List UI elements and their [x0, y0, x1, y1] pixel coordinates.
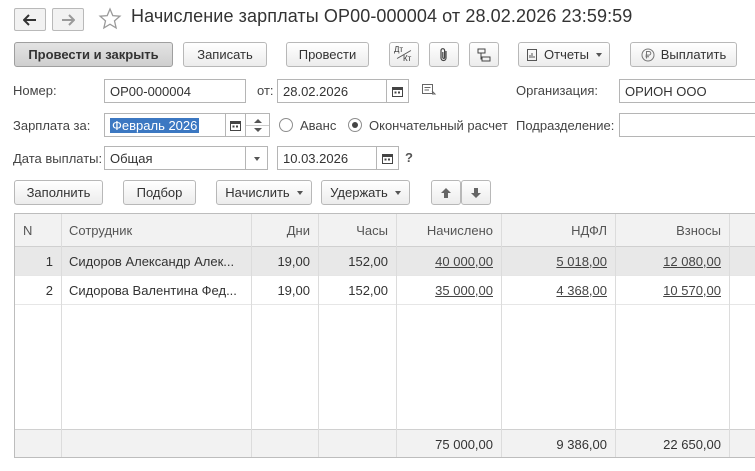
table-row[interactable]: 1 Сидоров Александр Алек... 19,00 152,00… [15, 247, 755, 276]
save-button[interactable]: Записать [183, 42, 267, 67]
ndfl-link[interactable]: 4 368,00 [501, 276, 615, 304]
number-field[interactable]: ОР00-000004 [104, 79, 246, 103]
header-ndfl[interactable]: НДФЛ [501, 214, 615, 246]
radio-advance-label[interactable]: Аванс [300, 118, 336, 133]
calendar-button[interactable] [387, 79, 409, 103]
move-up-button[interactable] [431, 180, 461, 205]
pay-date-label: Дата выплаты: [13, 151, 103, 166]
table-footer-totals: 75 000,00 9 386,00 22 650,00 [15, 429, 755, 457]
division-label: Подразделение: [516, 118, 615, 133]
chevron-down-icon [253, 156, 260, 161]
total-contributions: 22 650,00 [663, 437, 721, 452]
column-divider [396, 214, 397, 457]
dt-kt-icon: Дт Кт [394, 44, 412, 63]
arrow-up-icon [441, 187, 451, 198]
pay-date-field[interactable]: 10.03.2026 [277, 146, 377, 170]
header-accrued[interactable]: Начислено [396, 214, 501, 246]
radio-advance[interactable] [279, 118, 293, 132]
days-value: 19,00 [277, 282, 310, 298]
reports-button[interactable]: Отчеты [518, 42, 610, 67]
ndfl-link[interactable]: 5 018,00 [501, 247, 615, 275]
radio-final-settlement-label[interactable]: Окончательный расчет [369, 118, 508, 133]
organization-label: Организация: [516, 83, 599, 98]
header-n[interactable]: N [15, 214, 61, 246]
withhold-button[interactable]: Удержать [321, 180, 410, 205]
fill-button[interactable]: Заполнить [14, 180, 103, 205]
date-from-label: от: [257, 83, 274, 98]
structure-button[interactable] [469, 42, 499, 67]
calendar-icon [392, 86, 403, 97]
table-header: N Сотрудник Дни Часы Начислено НДФЛ Взно… [15, 214, 755, 247]
calendar-icon [230, 120, 241, 131]
column-divider [318, 214, 319, 457]
total-accrued: 75 000,00 [435, 437, 493, 452]
organization-field[interactable]: ОРИОН ООО [619, 79, 755, 103]
table-row[interactable]: 2 Сидорова Валентина Фед... 19,00 152,00… [15, 276, 755, 305]
pay-date-type-select[interactable]: Общая [104, 146, 246, 170]
document-date-field[interactable]: 28.02.2026 [277, 79, 387, 103]
radio-final-settlement[interactable] [348, 118, 362, 132]
document-structure-icon [477, 48, 491, 61]
month-spinner[interactable] [246, 113, 270, 137]
division-field[interactable] [619, 113, 755, 137]
chevron-down-icon [296, 191, 303, 195]
days-value: 19,00 [277, 253, 310, 269]
header-hours[interactable]: Часы [318, 214, 396, 246]
ruble-coin-icon [641, 48, 655, 61]
move-down-button[interactable] [461, 180, 491, 205]
accrued-link[interactable]: 40 000,00 [396, 247, 501, 275]
column-divider [729, 214, 730, 457]
spin-down-icon [253, 127, 262, 132]
chevron-down-icon [394, 191, 401, 195]
attach-button[interactable] [429, 42, 459, 67]
pay-date-calendar-button[interactable] [377, 146, 399, 170]
arrow-right-icon [62, 13, 75, 26]
row-number: 1 [45, 253, 53, 269]
pay-button[interactable]: Выплатить [630, 42, 737, 67]
dt-kt-button[interactable]: Дт Кт [389, 42, 419, 67]
column-divider [615, 214, 616, 457]
post-and-close-button[interactable]: Провести и закрыть [14, 42, 173, 67]
help-question-icon[interactable]: ? [405, 150, 413, 165]
number-label: Номер: [13, 83, 57, 98]
forward-button[interactable] [52, 8, 84, 31]
accrued-link[interactable]: 35 000,00 [396, 276, 501, 304]
contributions-link[interactable]: 12 080,00 [615, 247, 729, 275]
accrue-button[interactable]: Начислить [216, 180, 312, 205]
hours-value: 152,00 [348, 282, 388, 298]
column-divider [501, 214, 502, 457]
salary-month-value: Февраль 2026 [110, 117, 200, 133]
document-title: Начисление зарплаты ОР00-000004 от 28.02… [131, 6, 633, 26]
favorite-star-icon[interactable] [98, 7, 122, 34]
employee-name: Сидорова Валентина Фед... [69, 282, 237, 298]
arrow-down-icon [471, 187, 481, 198]
paperclip-icon [440, 47, 447, 61]
hours-value: 152,00 [348, 253, 388, 269]
arrow-left-icon [23, 13, 36, 26]
header-employee[interactable]: Сотрудник [61, 214, 251, 246]
calendar-icon [382, 153, 393, 164]
back-button[interactable] [14, 8, 46, 31]
header-contributions[interactable]: Взносы [615, 214, 729, 246]
contributions-link[interactable]: 10 570,00 [615, 276, 729, 304]
header-days[interactable]: Дни [251, 214, 318, 246]
spin-up-icon [253, 118, 262, 123]
employee-name: Сидоров Александр Алек... [69, 253, 235, 269]
post-history-icon[interactable] [421, 83, 437, 100]
report-icon [527, 48, 538, 61]
column-divider [61, 214, 62, 457]
chevron-down-icon [595, 53, 602, 57]
row-number: 2 [45, 282, 53, 298]
payroll-table[interactable]: N Сотрудник Дни Часы Начислено НДФЛ Взно… [14, 213, 755, 458]
salary-for-label: Зарплата за: [13, 118, 91, 133]
pay-date-type-dropdown[interactable] [246, 146, 268, 170]
post-button[interactable]: Провести [286, 42, 369, 67]
select-button[interactable]: Подбор [123, 180, 196, 205]
month-calendar-button[interactable] [226, 113, 246, 137]
total-ndfl: 9 386,00 [556, 437, 607, 452]
salary-month-field[interactable]: Февраль 2026 [104, 113, 226, 137]
column-divider [251, 214, 252, 457]
